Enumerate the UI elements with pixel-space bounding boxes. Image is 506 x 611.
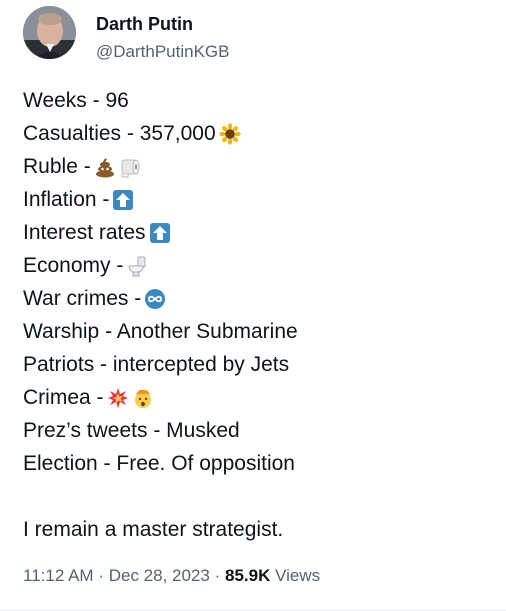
- meta-separator: ·: [214, 566, 221, 585]
- infinity-icon: [144, 288, 166, 310]
- tweet-line: Crimea -: [23, 381, 493, 414]
- tweet-line: War crimes -: [23, 282, 493, 315]
- tweet-line: Warship - Another Submarine: [23, 315, 493, 348]
- tweet-line-text: Inflation -: [23, 188, 110, 211]
- avatar-photo: [23, 6, 76, 59]
- up-arrow-icon: [149, 222, 171, 244]
- tweet-line-text: Casualties - 357,000: [23, 122, 216, 145]
- tweet-line-text: Prez’s tweets - Musked: [23, 419, 240, 442]
- tweet-line-text: Patriots - intercepted by Jets: [23, 353, 290, 376]
- tweet-line: Casualties - 357,000: [23, 117, 493, 150]
- tweet-line: Patriots - intercepted by Jets: [23, 348, 493, 381]
- tweet-line-text: Election - Free. Of opposition: [23, 452, 295, 475]
- tweet-line: Interest rates: [23, 216, 493, 249]
- tweet-date[interactable]: Dec 28, 2023: [109, 566, 210, 585]
- avatar[interactable]: [23, 6, 76, 59]
- meta-separator: ·: [98, 566, 104, 585]
- tweet-line: Prez’s tweets - Musked: [23, 414, 493, 447]
- tweet-meta: 11:12 AM · Dec 28, 2023 · 85.9K Views: [23, 566, 320, 586]
- tweet-line-text: Crimea -: [23, 386, 104, 409]
- tweet-line-text: War crimes -: [23, 287, 142, 310]
- explosion-icon: [107, 387, 129, 409]
- tweet-line-text: Weeks - 96: [23, 89, 129, 112]
- exploding-head-icon: [132, 387, 154, 409]
- tweet-text: Weeks - 96 Casualties - 357,000 Ruble -: [23, 84, 493, 546]
- toilet-paper-icon: [119, 156, 141, 178]
- tweet-line-text: Economy -: [23, 254, 124, 277]
- up-arrow-icon: [112, 189, 134, 211]
- toilet-icon: [126, 255, 148, 277]
- tweet-time[interactable]: 11:12 AM: [23, 566, 94, 585]
- tweet-line: Inflation -: [23, 183, 493, 216]
- poop-icon: [94, 156, 116, 178]
- sunflower-icon: [218, 122, 241, 145]
- tweet-line-text: Ruble -: [23, 155, 91, 178]
- author-name[interactable]: Darth Putin: [96, 14, 193, 35]
- tweet-line: I remain a master strategist.: [23, 513, 493, 546]
- author-handle[interactable]: @DarthPutinKGB: [96, 42, 229, 62]
- views-count: 85.9K: [225, 566, 271, 585]
- tweet-line: Election - Free. Of opposition: [23, 447, 493, 480]
- tweet-line: Economy -: [23, 249, 493, 282]
- tweet-line: Weeks - 96: [23, 84, 493, 117]
- tweet-line-text: Interest rates: [23, 221, 146, 244]
- tweet-line: Ruble -: [23, 150, 493, 183]
- tweet-card: Darth Putin @DarthPutinKGB Weeks - 96 Ca…: [0, 0, 506, 611]
- views-label: Views: [275, 566, 321, 585]
- tweet-line-text: Warship - Another Submarine: [23, 320, 298, 343]
- tweet-closing-text: I remain a master strategist.: [23, 518, 284, 541]
